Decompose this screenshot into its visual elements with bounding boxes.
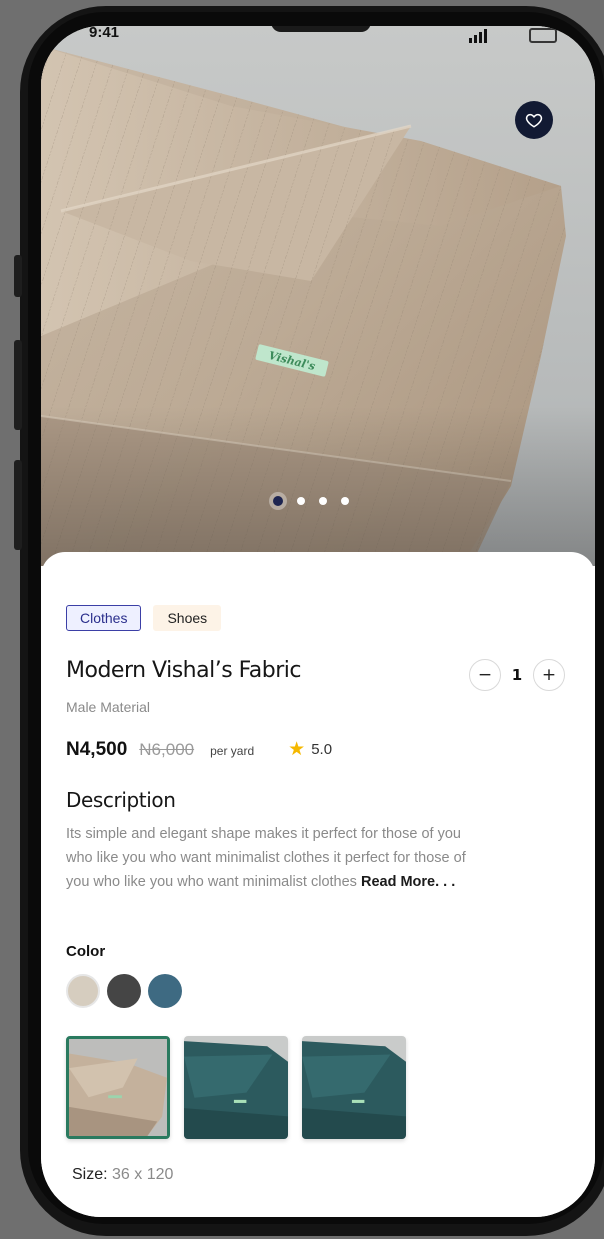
size-label: Size: — [72, 1166, 108, 1183]
current-price: N4,500 — [66, 739, 128, 760]
carousel-dot-1[interactable] — [273, 496, 283, 506]
description-heading: Description — [66, 788, 176, 812]
heart-icon — [525, 113, 543, 128]
speaker-notch — [271, 26, 371, 32]
thumbnail-teal-1-image — [184, 1036, 288, 1139]
app-screen: 9:41 Vishal's Clothes Shoes Modern Visha… — [41, 26, 595, 1217]
thumbnail-teal-2-image — [302, 1036, 406, 1139]
battery-icon — [529, 28, 557, 43]
star-icon: ★ — [288, 739, 306, 760]
color-swatch-teal[interactable] — [148, 974, 182, 1008]
quantity-stepper: − 1 + — [469, 659, 565, 691]
rating: ★ 5.0 — [288, 738, 332, 761]
product-image-carousel[interactable]: Vishal's — [41, 26, 595, 566]
price-unit: per yard — [210, 744, 255, 758]
color-swatches — [66, 974, 182, 1008]
thumbnail-teal-2[interactable] — [302, 1036, 406, 1139]
size-info: Size: 36 x 120 — [72, 1166, 173, 1184]
carousel-indicator — [273, 496, 349, 506]
mute-switch — [14, 255, 22, 297]
status-time: 9:41 — [89, 26, 120, 41]
signal-icon — [469, 29, 487, 43]
product-details-sheet: Clothes Shoes Modern Vishal’s Fabric − 1… — [41, 552, 595, 1217]
rating-value: 5.0 — [311, 741, 333, 758]
volume-down-button — [14, 460, 22, 550]
size-value: 36 x 120 — [112, 1166, 174, 1183]
volume-up-button — [14, 340, 22, 430]
tag-clothes[interactable]: Clothes — [66, 605, 142, 631]
product-subtitle: Male Material — [66, 699, 151, 715]
color-swatch-beige[interactable] — [66, 974, 100, 1008]
description-text: Its simple and elegant shape makes it pe… — [66, 822, 486, 894]
carousel-dot-2[interactable] — [297, 497, 305, 505]
original-price: N6,000 — [139, 740, 195, 759]
read-more-link[interactable]: Read More. . . — [361, 874, 455, 890]
quantity-value: 1 — [511, 666, 523, 684]
fabric-photo: Vishal's — [41, 46, 595, 566]
carousel-dot-4[interactable] — [341, 497, 349, 505]
product-title: Modern Vishal’s Fabric — [66, 658, 302, 683]
increase-quantity-button[interactable]: + — [533, 659, 565, 691]
thumbnail-teal-1[interactable] — [184, 1036, 288, 1139]
decrease-quantity-button[interactable]: − — [469, 659, 501, 691]
thumbnail-beige[interactable] — [66, 1036, 170, 1139]
carousel-dot-3[interactable] — [319, 497, 327, 505]
thumbnail-beige-image — [69, 1039, 167, 1136]
category-tags: Clothes Shoes — [66, 605, 222, 631]
favorite-button[interactable] — [515, 101, 553, 139]
price-row: N4,500 N6,000 per yard ★ 5.0 — [66, 738, 332, 761]
color-heading: Color — [66, 943, 106, 960]
variant-thumbnails — [66, 1036, 406, 1139]
color-swatch-charcoal[interactable] — [107, 974, 141, 1008]
tag-shoes[interactable]: Shoes — [153, 605, 222, 631]
